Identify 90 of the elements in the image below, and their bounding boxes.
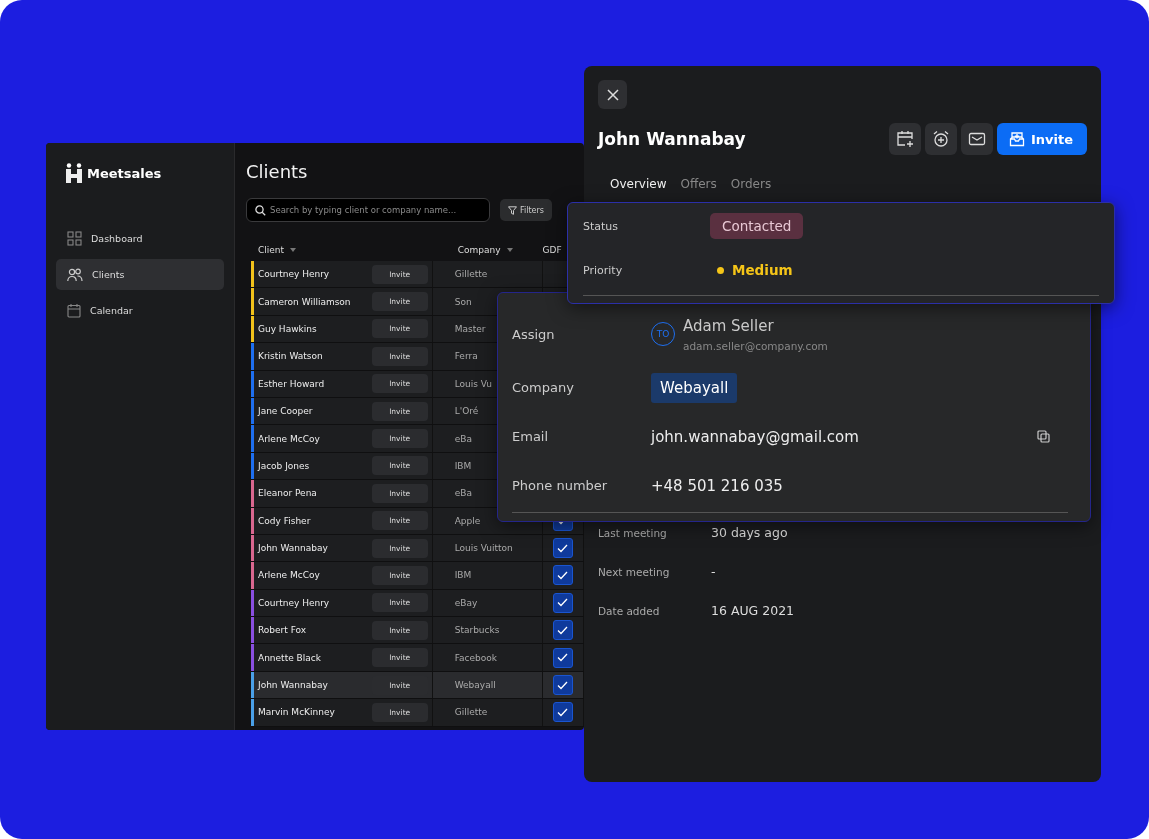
sidebar-item[interactable]: Clients <box>56 259 224 290</box>
tab[interactable]: Offers <box>674 173 723 195</box>
field-label: Date added <box>598 604 661 617</box>
client-name: Robert Fox <box>258 625 308 636</box>
company-name: Starbucks <box>454 625 500 636</box>
company-name: IBM <box>454 460 472 471</box>
priority-value: Medium <box>732 262 793 278</box>
company-name: L'Oré <box>454 406 479 417</box>
mail-icon <box>967 131 986 147</box>
logo-icon <box>66 163 82 183</box>
client-name: John Wannabay <box>258 680 329 691</box>
client-name: Courtney Henry <box>258 269 331 280</box>
company-name: Gillette <box>454 707 488 718</box>
field-label: Email <box>512 429 550 444</box>
people-icon <box>67 267 83 282</box>
grid-icon <box>67 231 82 246</box>
field-label: Last meeting <box>598 526 668 539</box>
client-name: Arlene McCoy <box>258 570 321 581</box>
tab[interactable]: Overview <box>604 173 673 195</box>
filters-button[interactable]: Filters <box>500 199 552 221</box>
field-label: Next meeting <box>598 565 671 578</box>
company-name: Master <box>454 323 486 334</box>
mail-button[interactable] <box>960 123 993 155</box>
client-name: Marvin McKinney <box>258 707 336 718</box>
sidebar-item[interactable]: Calendar <box>56 295 224 326</box>
client-name-heading: John Wannabay <box>598 129 746 149</box>
client-name: Jacob Jones <box>258 460 311 471</box>
email-value: john.wannabay@gmail.com <box>651 427 859 446</box>
tab[interactable]: Orders <box>724 173 778 195</box>
checkbox[interactable] <box>552 620 573 641</box>
invite-button[interactable]: Invite <box>996 123 1087 155</box>
close-button[interactable] <box>598 80 627 109</box>
checkbox[interactable] <box>552 647 573 668</box>
company-name: eBa <box>454 433 472 444</box>
checkbox[interactable] <box>552 592 573 613</box>
company-name: Son <box>454 296 472 307</box>
alarm-button[interactable] <box>924 123 957 155</box>
field-label: Priority <box>583 263 624 277</box>
column-header[interactable]: Company <box>457 245 501 255</box>
phone-value: +48 501 216 035 <box>651 476 783 495</box>
client-name: Kristin Watson <box>258 351 324 362</box>
column-header[interactable]: GDF <box>542 245 562 255</box>
search-field[interactable]: Search by typing client or company name... <box>246 198 490 222</box>
field-label: Company <box>512 380 575 395</box>
calendar-icon <box>67 303 81 318</box>
inbox-plus-icon <box>1008 131 1025 147</box>
client-name: Eleanor Pena <box>258 488 318 499</box>
company-tag: Webayall <box>651 372 738 403</box>
assignee-name: Adam Seller <box>683 316 775 335</box>
field-label: Assign <box>512 326 556 342</box>
client-name: John Wannabay <box>258 543 329 554</box>
company-name: Apple <box>454 515 481 526</box>
calendar-plus-icon <box>895 130 914 148</box>
field-value: 16 AUG 2021 <box>711 603 795 618</box>
company-name: Facebook <box>454 652 497 663</box>
checkbox[interactable] <box>552 702 573 723</box>
sidebar-item[interactable]: Dashboard <box>56 223 224 254</box>
company-name: Gillette <box>454 269 488 280</box>
client-name: Cody Fisher <box>258 515 312 526</box>
checkbox[interactable] <box>552 675 573 696</box>
client-name: Jane Cooper <box>258 406 314 417</box>
page-title: Clients <box>246 161 309 182</box>
client-name: Esther Howard <box>258 378 326 389</box>
field-label: Status <box>583 219 620 233</box>
status-badge: Contacted <box>710 213 804 239</box>
company-name: eBa <box>454 488 472 499</box>
calendar-add-button[interactable] <box>888 123 921 155</box>
search-icon <box>255 204 266 216</box>
client-name: Annette Black <box>258 652 322 663</box>
field-value: - <box>711 564 716 579</box>
company-name: Louis Vu <box>454 378 493 389</box>
company-name: Webayall <box>454 680 496 691</box>
company-name: eBay <box>454 597 478 608</box>
client-name: Arlene McCoy <box>258 433 321 444</box>
alarm-clock-icon <box>931 130 950 148</box>
client-name: Courtney Henry <box>258 597 331 608</box>
client-name: Cameron Williamson <box>258 296 352 307</box>
assignee-email: adam.seller@company.com <box>683 339 828 352</box>
app-logo-text: Meetsales <box>87 165 162 181</box>
company-name: Louis Vuitton <box>454 543 513 554</box>
checkbox[interactable] <box>552 565 573 586</box>
filter-icon <box>508 205 517 215</box>
column-header[interactable]: Client <box>258 245 285 255</box>
copy-icon[interactable] <box>1037 430 1050 443</box>
company-name: IBM <box>454 570 472 581</box>
client-name: Guy Hawkins <box>258 323 318 334</box>
field-value: 30 days ago <box>711 525 788 540</box>
checkbox[interactable] <box>552 538 573 559</box>
close-icon <box>606 88 619 101</box>
company-name: Ferra <box>454 351 478 362</box>
